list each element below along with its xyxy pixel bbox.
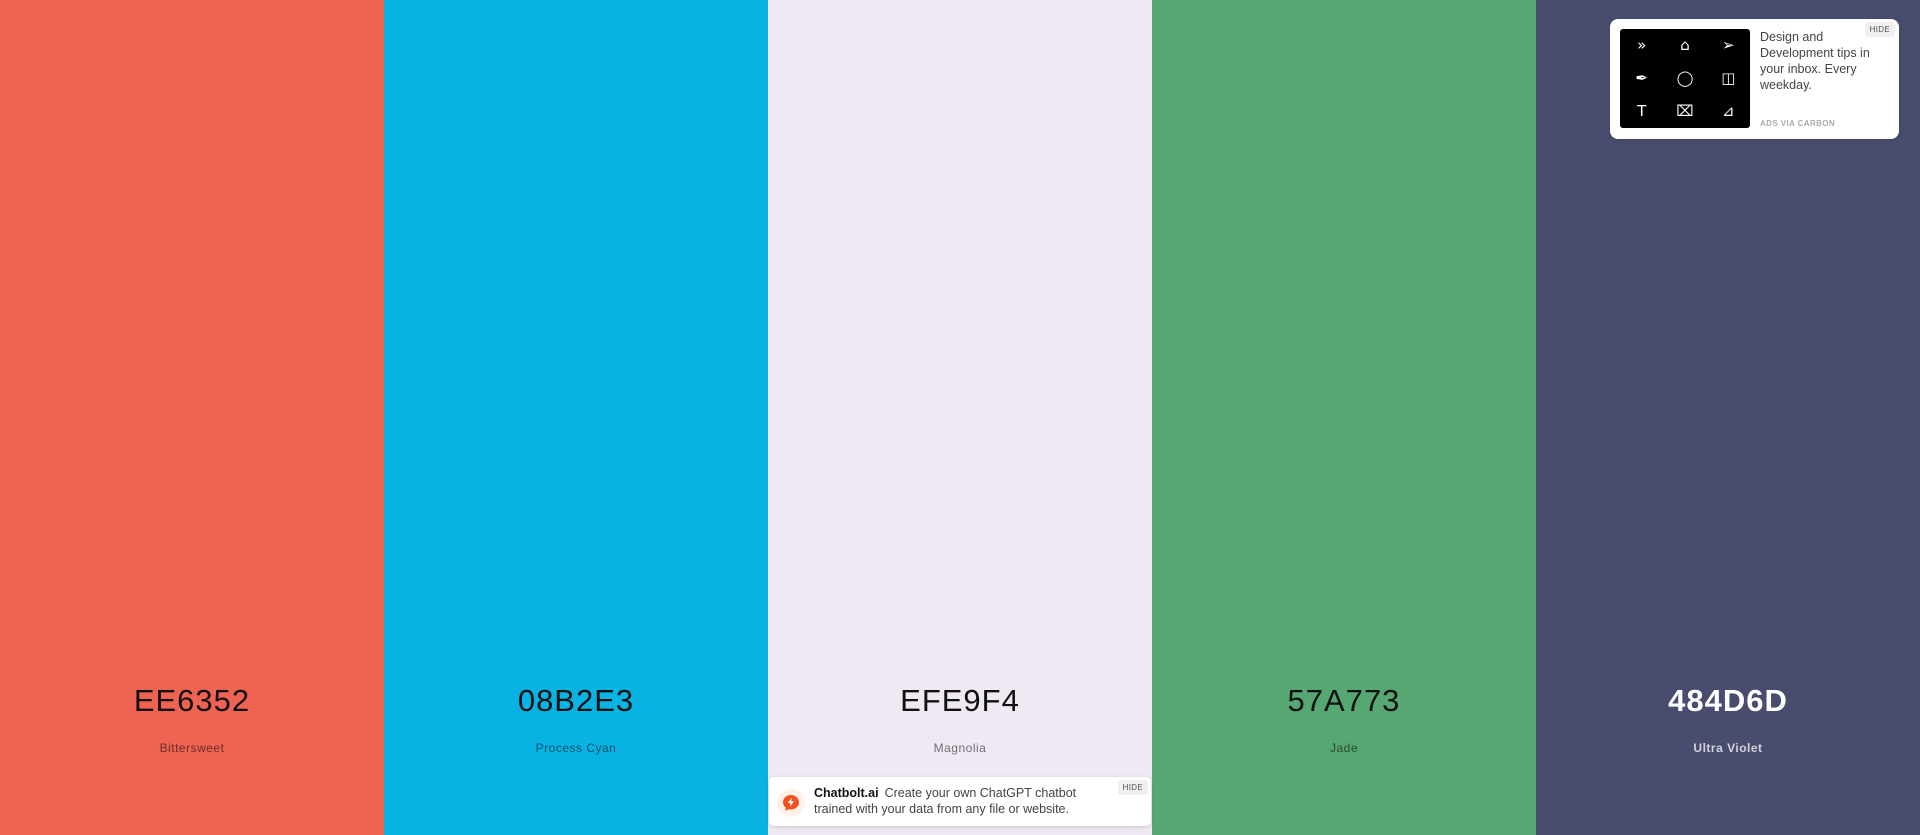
swatch-name: Jade <box>1329 741 1359 755</box>
swatch-hex[interactable]: 57A773 <box>1152 683 1536 719</box>
chatbolt-ad-text[interactable]: Chatbolt.ai Create your own ChatGPT chatb… <box>814 785 1114 817</box>
cursor-plus-icon: ➢ <box>1722 36 1735 54</box>
swatch-hex[interactable]: EE6352 <box>0 683 384 719</box>
hide-carbon-ad-button[interactable]: HIDE <box>1864 22 1895 37</box>
carbon-ad-text[interactable]: Design and Development tips in your inbo… <box>1760 29 1870 93</box>
text-tool-icon: T <box>1637 102 1647 120</box>
swatch-hex[interactable]: EFE9F4 <box>768 683 1152 719</box>
swatch-hex[interactable]: 08B2E3 <box>384 683 768 719</box>
carbon-ad-image[interactable]: » ⌂ ➢ ✒ ◯ ◫ T ⌧ ⊿ <box>1620 29 1750 128</box>
lasso-icon: ◯ <box>1676 69 1694 87</box>
chevrons-right-icon: » <box>1637 36 1647 54</box>
frame-tool-icon: ⌧ <box>1676 102 1694 120</box>
line-tool-icon: ⊿ <box>1722 102 1735 120</box>
pen-tool-icon: ✒ <box>1635 69 1648 87</box>
swatch-process-cyan[interactable]: 08B2E3 Process Cyan <box>384 0 768 835</box>
hide-chatbolt-ad-button[interactable]: HIDE <box>1117 780 1148 795</box>
swatch-name: Magnolia <box>933 741 987 755</box>
swatch-hex[interactable]: 484D6D <box>1536 683 1920 719</box>
chatbolt-ad[interactable]: Chatbolt.ai Create your own ChatGPT chatb… <box>769 777 1151 826</box>
file-cursor-icon: ◫ <box>1721 69 1736 87</box>
swatch-bittersweet[interactable]: EE6352 Bittersweet <box>0 0 384 835</box>
swatch-name: Ultra Violet <box>1693 741 1763 755</box>
swatch-name: Process Cyan <box>535 741 617 755</box>
carbon-ad-via[interactable]: ADS VIA CARBON <box>1760 119 1835 128</box>
carbon-ad[interactable]: » ⌂ ➢ ✒ ◯ ◫ T ⌧ ⊿ Design and Development… <box>1610 19 1899 139</box>
swatch-name: Bittersweet <box>159 741 225 755</box>
chatbolt-logo-icon <box>777 789 805 817</box>
chatbolt-brand: Chatbolt.ai <box>814 786 879 800</box>
swatch-jade[interactable]: 57A773 Jade <box>1152 0 1536 835</box>
home-icon: ⌂ <box>1680 36 1690 54</box>
swatch-magnolia[interactable]: EFE9F4 Magnolia <box>768 0 1152 835</box>
